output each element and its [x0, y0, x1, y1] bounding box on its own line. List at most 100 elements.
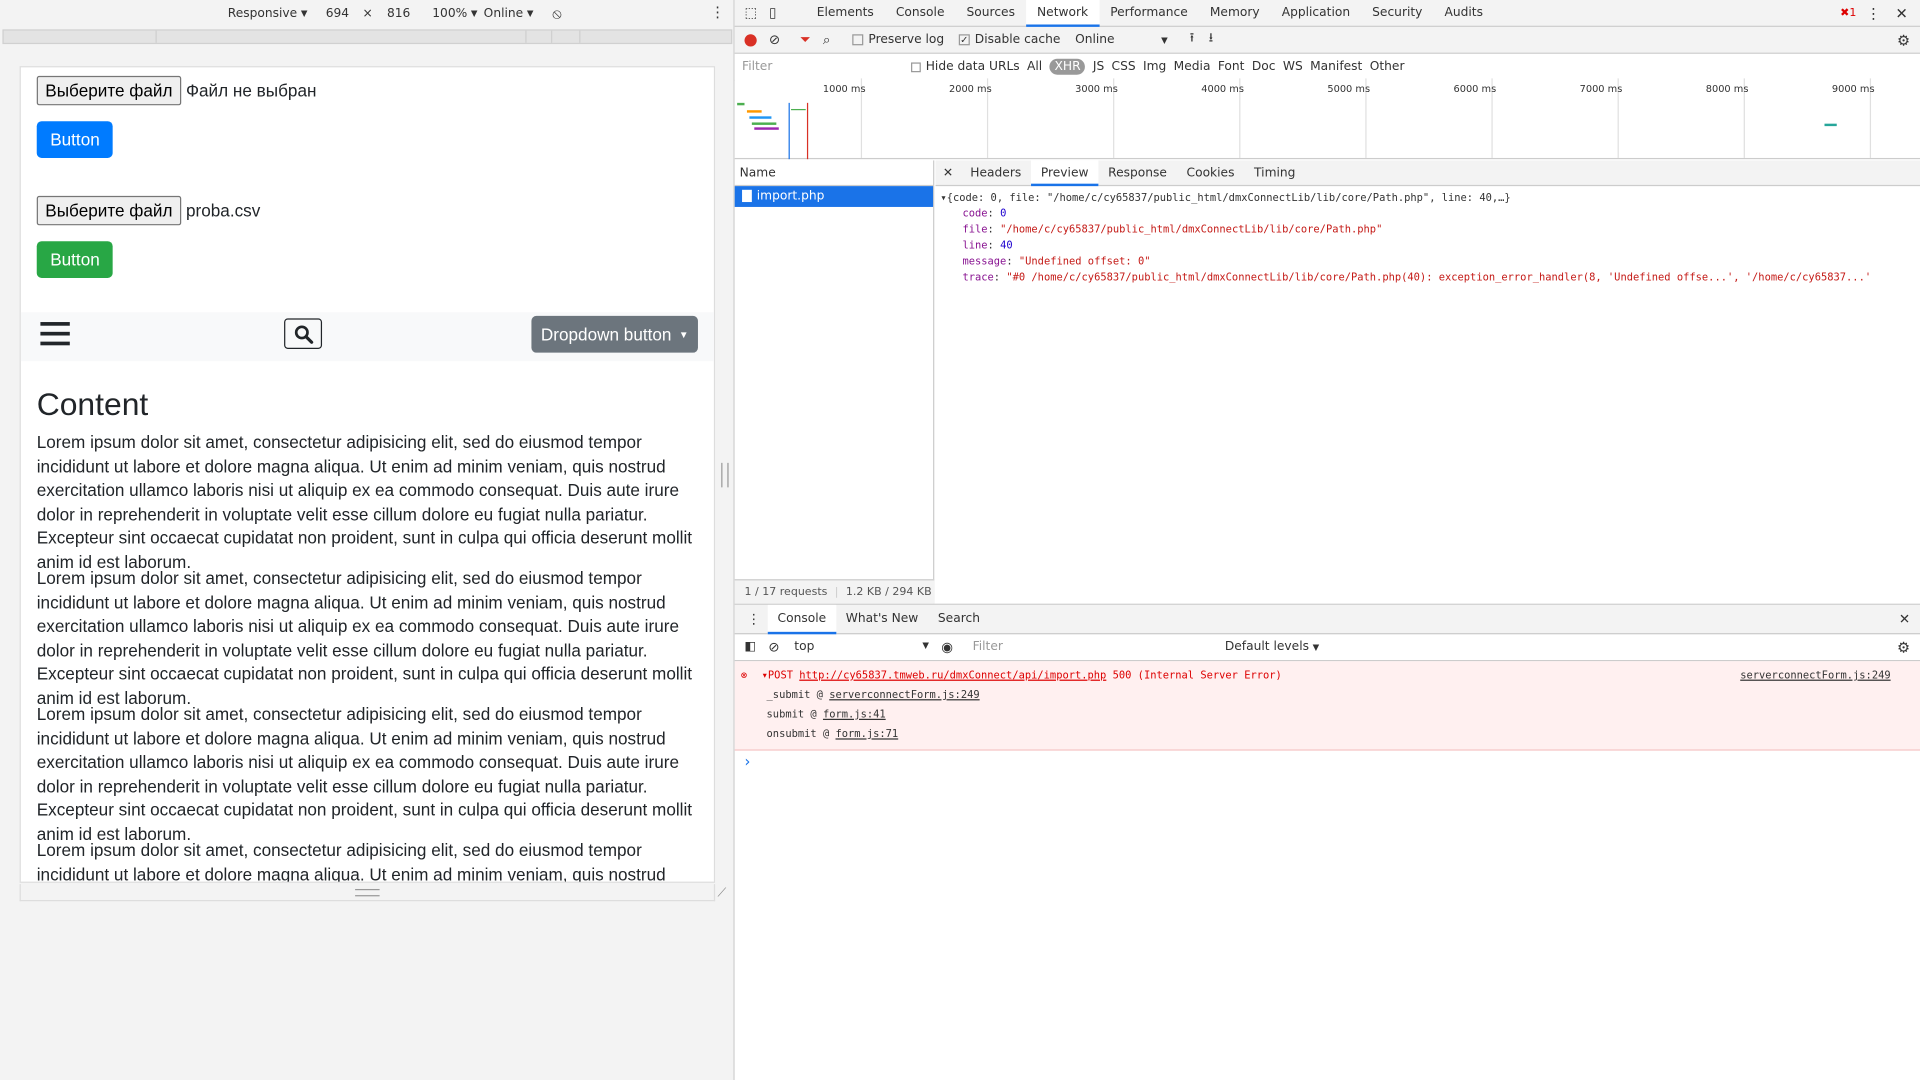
more-icon[interactable]: ⋮ [1866, 4, 1881, 21]
filter-type-manifest[interactable]: Manifest [1310, 60, 1362, 73]
request-row[interactable]: import.php [734, 186, 934, 207]
tab-network[interactable]: Network [1025, 0, 1100, 27]
tab-preview[interactable]: Preview [1031, 159, 1099, 186]
filter-type-doc[interactable]: Doc [1252, 60, 1276, 73]
tab-audits[interactable]: Audits [1433, 0, 1494, 26]
rotate-icon[interactable]: ⦸ [552, 5, 562, 23]
resize-handle-bottom[interactable] [355, 888, 380, 897]
context-select[interactable]: top ▼ [794, 640, 929, 653]
timeline-label: 3000 ms [1075, 83, 1118, 95]
throttle-select[interactable]: Online ▼ [484, 7, 534, 20]
choose-file-button[interactable]: Выберите файл [36, 75, 182, 106]
filter-type-font[interactable]: Font [1218, 60, 1245, 73]
file-input-row-2: Выберите файл proba.csv [36, 195, 260, 226]
dropdown-button[interactable]: Dropdown button ▼ [531, 315, 698, 353]
filter-icon[interactable]: ⏷ [800, 31, 811, 48]
hide-data-urls-checkbox[interactable] [911, 61, 921, 72]
stack-link[interactable]: form.js:41 [823, 709, 886, 721]
caret-down-icon: ▼ [678, 328, 689, 340]
network-timeline-overview[interactable]: 1000 ms 2000 ms 3000 ms 4000 ms 5000 ms … [734, 78, 1920, 160]
json-summary[interactable]: ▾{code: 0, file: "/home/c/cy65837/public… [940, 191, 1915, 207]
levels-select[interactable]: Default levels ▼ [1225, 640, 1319, 653]
export-har-icon[interactable]: ⭳ [1209, 29, 1213, 50]
filter-type-img[interactable]: Img [1143, 60, 1166, 73]
hide-data-urls-label: Hide data URLs [925, 60, 1020, 74]
tab-elements[interactable]: Elements [806, 0, 885, 26]
tab-response[interactable]: Response [1098, 160, 1176, 186]
chevron-down-icon: ▼ [300, 8, 308, 19]
success-button[interactable]: Button [36, 241, 114, 278]
hamburger-menu-icon[interactable] [40, 322, 70, 346]
json-key: trace [962, 271, 994, 285]
source-link[interactable]: serverconnectForm.js:249 [1740, 666, 1890, 686]
inspect-icon[interactable]: ⬚ [744, 5, 764, 21]
throttle-select[interactable]: Online ▼ [1075, 33, 1168, 46]
zoom-label: 100% [432, 6, 468, 21]
filter-type-media[interactable]: Media [1174, 60, 1211, 73]
tab-search[interactable]: Search [928, 604, 990, 633]
preserve-log-checkbox[interactable] [852, 34, 864, 46]
more-icon[interactable]: ⋮ [710, 4, 725, 21]
device-toggle-icon[interactable]: ▯ [769, 5, 789, 21]
filter-type-ws[interactable]: WS [1283, 60, 1303, 73]
stack-link[interactable]: form.js:71 [836, 729, 899, 741]
clear-console-icon[interactable]: ⊘ [768, 639, 779, 655]
tab-security[interactable]: Security [1361, 0, 1433, 26]
tab-whats-new[interactable]: What's New [836, 604, 928, 633]
tab-headers[interactable]: Headers [960, 160, 1031, 186]
error-count-badge[interactable]: ✖1 [1840, 7, 1856, 19]
drawer-menu-icon[interactable]: ⋮ [747, 611, 760, 627]
levels-label: Default levels [1224, 640, 1309, 654]
filter-type-other[interactable]: Other [1370, 60, 1405, 73]
stack-link[interactable]: serverconnectForm.js:249 [829, 689, 979, 701]
device-mode-select[interactable]: Responsive ▼ [228, 7, 308, 20]
import-har-icon[interactable]: ⭱ [1190, 29, 1194, 50]
chevron-down-icon: ▼ [1312, 642, 1320, 653]
gear-icon[interactable]: ⚙ [1897, 31, 1910, 48]
sidebar-toggle-icon[interactable]: ◧ [744, 640, 756, 653]
request-detail: ✕ Headers Preview Response Cookies Timin… [935, 159, 1920, 603]
gear-icon[interactable]: ⚙ [1897, 639, 1910, 656]
console-prompt[interactable]: › [735, 751, 1920, 770]
close-icon[interactable]: ✕ [943, 166, 953, 179]
close-icon[interactable]: ✕ [1899, 611, 1910, 627]
tab-cookies[interactable]: Cookies [1177, 160, 1245, 186]
resize-corner-icon[interactable]: ⟋ [718, 887, 727, 900]
clear-icon[interactable]: ⊘ [769, 32, 780, 48]
tab-application[interactable]: Application [1271, 0, 1361, 26]
name-column-header[interactable]: Name [734, 160, 934, 187]
disable-cache-checkbox[interactable]: ✓ [958, 34, 970, 46]
filter-type-css[interactable]: CSS [1112, 60, 1136, 73]
filter-type-all[interactable]: All [1027, 60, 1042, 73]
console-error-message[interactable]: ⊗ ▾POST http://cy65837.tmweb.ru/dmxConne… [734, 661, 1920, 751]
stack-frame: submit @ form.js:41 [762, 705, 1920, 725]
tab-console[interactable]: Console [767, 604, 836, 634]
tab-timing[interactable]: Timing [1244, 160, 1305, 186]
resize-handle-right[interactable] [721, 462, 729, 488]
chevron-down-icon: ▼ [526, 8, 534, 19]
zoom-select[interactable]: 100% ▼ [432, 7, 477, 20]
error-url-link[interactable]: http://cy65837.tmweb.ru/dmxConnect/api/i… [799, 670, 1106, 682]
json-key: line [962, 240, 988, 253]
filter-type-js[interactable]: JS [1093, 60, 1104, 73]
tab-sources[interactable]: Sources [956, 0, 1026, 26]
search-button[interactable] [284, 318, 323, 349]
choose-file-button[interactable]: Выберите файл [36, 195, 182, 226]
filter-type-xhr[interactable]: XHR [1049, 58, 1086, 75]
close-icon[interactable]: ✕ [1895, 4, 1907, 21]
width-input[interactable]: 694 [326, 7, 349, 20]
height-input[interactable]: 816 [387, 7, 410, 20]
eye-icon[interactable]: ◉ [941, 639, 953, 655]
filter-input[interactable]: Filter [742, 60, 911, 73]
record-icon[interactable] [744, 33, 757, 46]
tab-memory[interactable]: Memory [1199, 0, 1271, 26]
timeline-label: 4000 ms [1201, 83, 1244, 95]
tab-console[interactable]: Console [885, 0, 956, 26]
primary-button[interactable]: Button [36, 121, 114, 158]
console-filter-input[interactable]: Filter [965, 640, 1218, 654]
http-status: 500 (Internal Server Error) [1112, 669, 1282, 683]
media-query-bar[interactable] [2, 29, 733, 45]
tab-performance[interactable]: Performance [1099, 0, 1199, 26]
search-icon[interactable]: ⌕ [823, 31, 831, 48]
json-key: message [962, 255, 1007, 269]
